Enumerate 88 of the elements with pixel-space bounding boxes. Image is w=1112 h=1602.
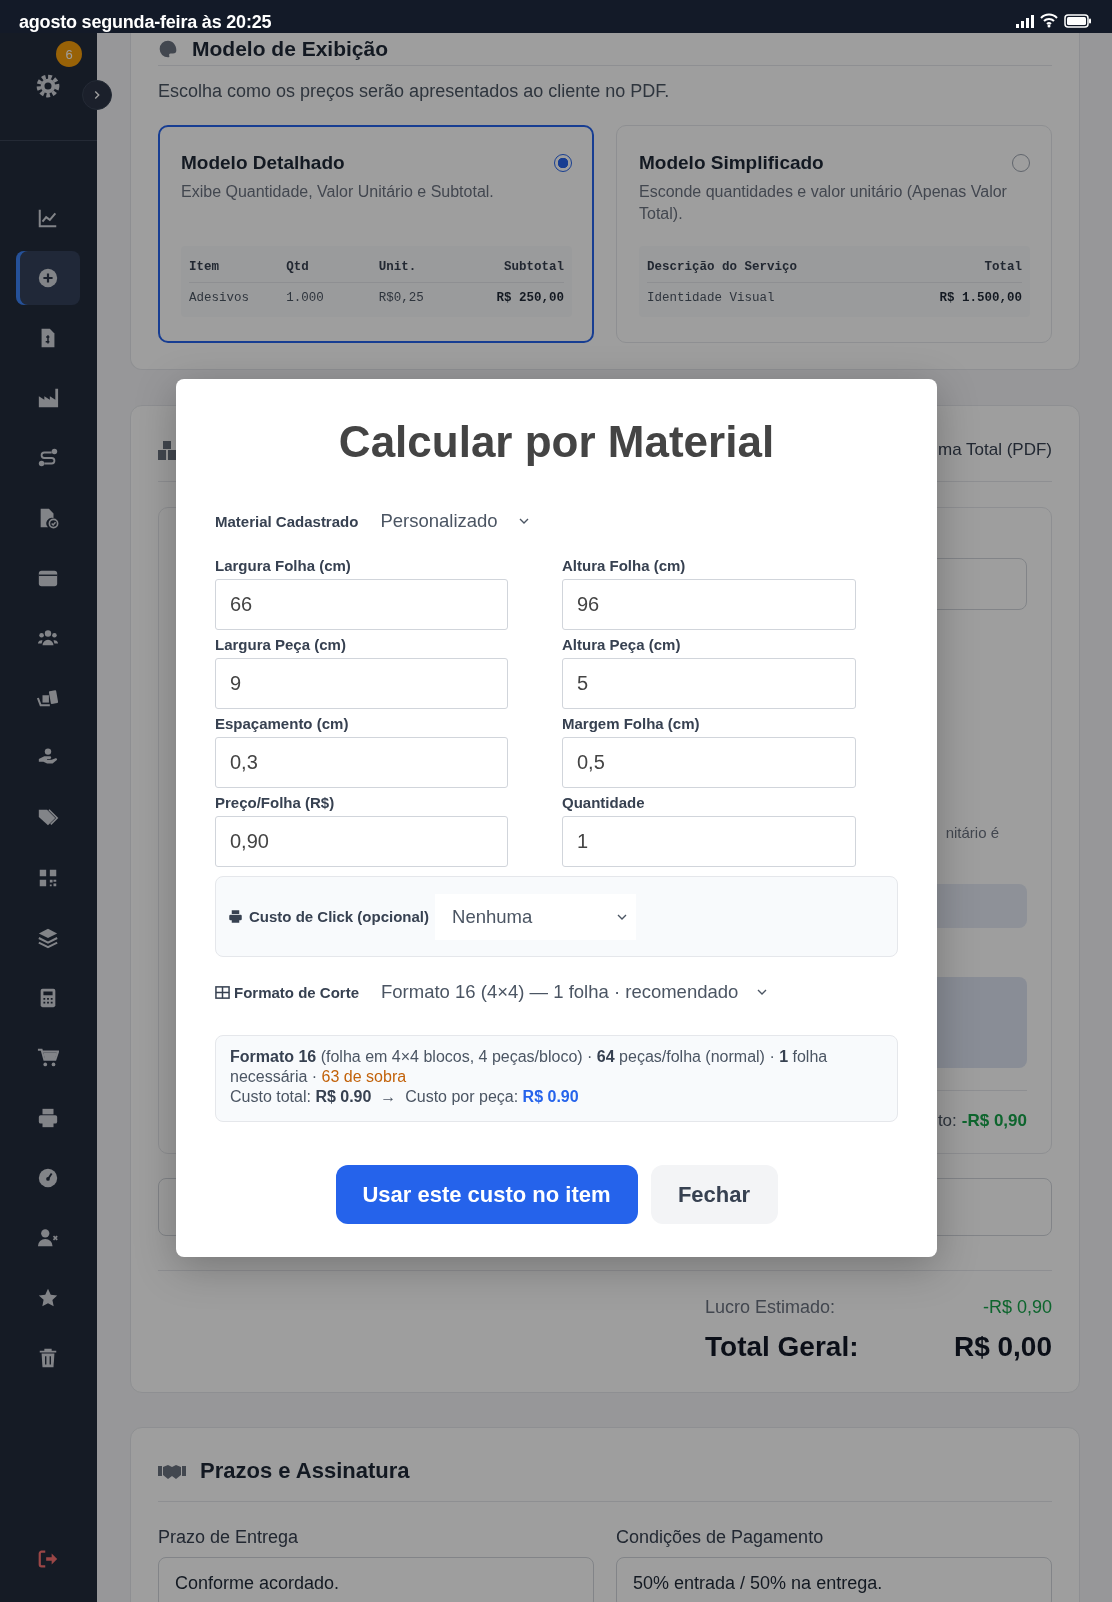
click-cost-select[interactable]: Nenhuma	[435, 893, 636, 940]
input-field[interactable]: 1	[562, 816, 856, 867]
status-time: agosto segunda-feira às 20:25	[19, 12, 272, 32]
hint-text: nitário é	[945, 823, 1000, 843]
field-label: Altura Peça (cm)	[562, 635, 682, 655]
section-title: Prazos e Assinatura	[200, 1458, 410, 1484]
profit-label: Lucro Estimado:	[705, 1296, 837, 1318]
table-cell-text: R$ 1.500,00	[938, 290, 1022, 307]
boxes-icon	[158, 440, 178, 460]
option-card[interactable]: Modelo Detalhado Exibe Quantidade, Valor Unitário e Subtotal. Item Qtd Unit. Subtotal Adesivos 1.000 R$0,25 R$ 250,00	[158, 125, 594, 343]
field-label: Custo de Click (opcional)	[249, 908, 429, 925]
input-field[interactable]: 0,3	[215, 737, 508, 788]
column-header: Total	[983, 259, 1022, 276]
section-subtitle: Escolha como os preços serão apresentados ao cliente no PDF.	[158, 80, 671, 102]
column-header: Subtotal	[502, 259, 564, 276]
field-label: Prazo de Entrega	[158, 1526, 300, 1548]
table-cell-text: R$0,25	[378, 290, 425, 307]
input-field[interactable]: 9	[215, 658, 508, 709]
printer-icon	[37, 1107, 59, 1129]
profit-value: -R$ 0,90	[981, 1296, 1052, 1318]
option-description: Esconde quantidades e valor unitário (Apenas Valor Total).	[639, 182, 1008, 224]
input-field[interactable]: 0,90	[215, 816, 508, 867]
option-title: Modelo Detalhado	[181, 151, 345, 175]
section-title: Modelo de Exibição	[192, 37, 389, 61]
result-summary: Formato 16 (folha em 4×4 blocos, 4 peças/bloco) · 64 peças/folha (normal) · 1 folha necessária · 63 de sobra	[230, 1047, 829, 1087]
table-icon	[215, 984, 230, 1000]
dolly-icon	[37, 687, 59, 709]
table-cell-text: Adesivos	[189, 290, 250, 307]
total-value: R$ 0,00	[952, 1330, 1052, 1364]
input-field[interactable]: 0,5	[562, 737, 856, 788]
route-icon	[37, 447, 59, 469]
input-field[interactable]: 50% entrada / 50% na entrega.	[616, 1557, 1052, 1602]
field-label: Largura Folha (cm)	[215, 556, 352, 576]
cut-format-select[interactable]: Formato 16 (4×4) — 1 folha · recomendado	[381, 981, 771, 1003]
layers-icon	[37, 927, 59, 949]
collapse-button[interactable]	[82, 80, 112, 110]
signal-icon	[1016, 13, 1034, 28]
notification-badge: 6	[56, 41, 82, 67]
logout-icon	[37, 1548, 59, 1570]
field-label: Quantidade	[562, 793, 646, 813]
input-field[interactable]: 66	[215, 579, 508, 630]
field-label: Espaçamento (cm)	[215, 714, 350, 734]
trash-icon	[37, 1347, 59, 1369]
table-cell-text: 1.000	[286, 290, 325, 307]
cart-icon	[37, 1047, 59, 1069]
apply-button[interactable]: Usar este custo no item	[335, 1165, 638, 1224]
material-select[interactable]: Personalizado	[380, 510, 533, 532]
total-label: Total Geral:	[705, 1330, 860, 1364]
input-field[interactable]: Conforme acordado.	[158, 1557, 594, 1602]
palette-icon	[158, 39, 178, 59]
input-field[interactable]: 5	[562, 658, 856, 709]
star-icon	[37, 1287, 59, 1309]
option-card[interactable]: Modelo Simplificado Esconde quantidades e valor unitário (Apenas Valor Total). Descrição do Serviço Total Identidade Visual R$ 1.500,00	[616, 125, 1052, 343]
field-label: Largura Peça (cm)	[215, 635, 347, 655]
table-cell-text: Identidade Visual	[647, 290, 776, 307]
settings-icon	[35, 73, 61, 99]
input-field[interactable]: 96	[562, 579, 856, 630]
factory-icon	[37, 387, 59, 409]
qr-code-icon	[37, 867, 59, 889]
printer-icon	[228, 909, 243, 924]
table-cell-text: R$ 250,00	[495, 290, 564, 307]
user-remove-icon	[37, 1227, 59, 1249]
battery-icon	[1064, 13, 1092, 28]
sidebar-item[interactable]	[16, 251, 80, 305]
chart-icon	[37, 207, 59, 229]
field-label: Material Cadastrado	[215, 512, 359, 530]
field-label: Margem Folha (cm)	[562, 714, 701, 734]
radio-button[interactable]	[554, 154, 572, 172]
field-label: Preço/Folha (R$)	[215, 793, 336, 813]
option-description: Exibe Quantidade, Valor Unitário e Subtotal.	[181, 182, 495, 202]
gauge-icon	[37, 1167, 59, 1189]
column-header: Qtd	[286, 259, 310, 276]
plus-icon	[37, 267, 59, 289]
column-header: Item	[189, 259, 220, 276]
field-label: Formato de Corte	[234, 983, 359, 1001]
option-title: Modelo Simplificado	[639, 151, 824, 175]
column-header: Descrição do Serviço	[647, 259, 799, 276]
field-label: Altura Folha (cm)	[562, 556, 687, 576]
profit-value: -R$ 0,90	[961, 1110, 1027, 1132]
dialog-title: Calcular por Material	[337, 417, 776, 467]
settings-button[interactable]	[35, 73, 61, 99]
section-title: ma Total (PDF)	[938, 440, 1052, 460]
cost-summary: Custo total: R$ 0.90 → Custo por peça: R$ 0.90	[230, 1087, 580, 1107]
column-header: Unit.	[378, 259, 418, 276]
close-button[interactable]: Fechar	[650, 1165, 778, 1224]
field-label: Condições de Pagamento	[616, 1526, 825, 1548]
profit-label: to:	[937, 1110, 957, 1132]
wifi-icon	[1040, 13, 1058, 28]
